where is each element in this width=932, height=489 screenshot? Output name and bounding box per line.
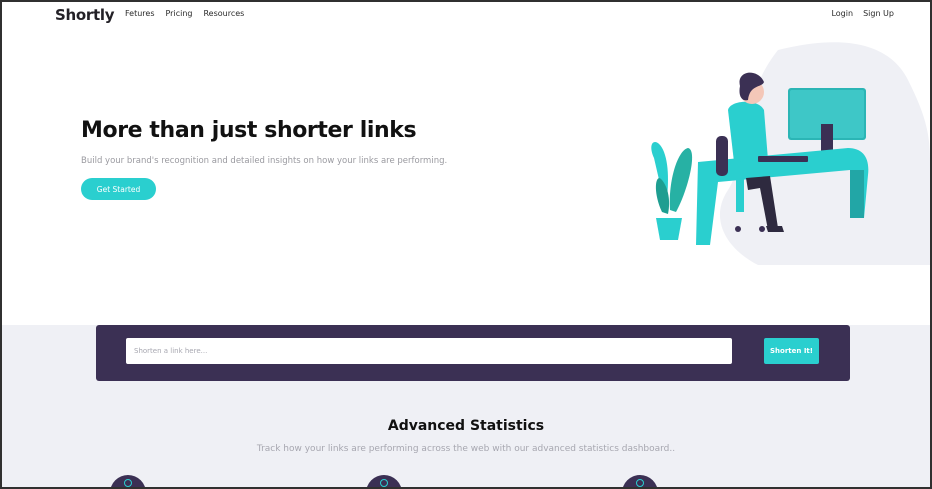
auth-links: Login Sign Up: [831, 9, 894, 18]
signup-link[interactable]: Sign Up: [863, 9, 894, 18]
top-nav: Shortly Fetures Pricing Resources Login …: [2, 2, 930, 28]
nav-link-resources[interactable]: Resources: [203, 9, 244, 18]
stats-title: Advanced Statistics: [387, 418, 545, 434]
get-started-button[interactable]: Get Started: [81, 178, 156, 200]
working-person-illustration: [651, 42, 930, 265]
icon-glyph: [124, 479, 132, 487]
nav-link-pricing[interactable]: Pricing: [166, 9, 193, 18]
stats-subtitle: Track how your links are performing acro…: [256, 444, 676, 454]
shorten-button[interactable]: Shorten It!: [764, 338, 819, 364]
icon-glyph: [380, 479, 388, 487]
icon-glyph: [636, 479, 644, 487]
link-input[interactable]: [126, 338, 732, 364]
nav-links: Fetures Pricing Resources: [125, 9, 244, 18]
hero-title: More than just shorter links: [81, 118, 417, 143]
login-link[interactable]: Login: [831, 9, 853, 18]
nav-link-features[interactable]: Fetures: [125, 9, 155, 18]
logo[interactable]: Shortly: [55, 6, 114, 24]
page: Shortly Fetures Pricing Resources Login …: [2, 2, 930, 487]
hero-subtitle: Build your brand's recognition and detai…: [81, 156, 448, 166]
shorten-form: Shorten It!: [96, 325, 850, 381]
